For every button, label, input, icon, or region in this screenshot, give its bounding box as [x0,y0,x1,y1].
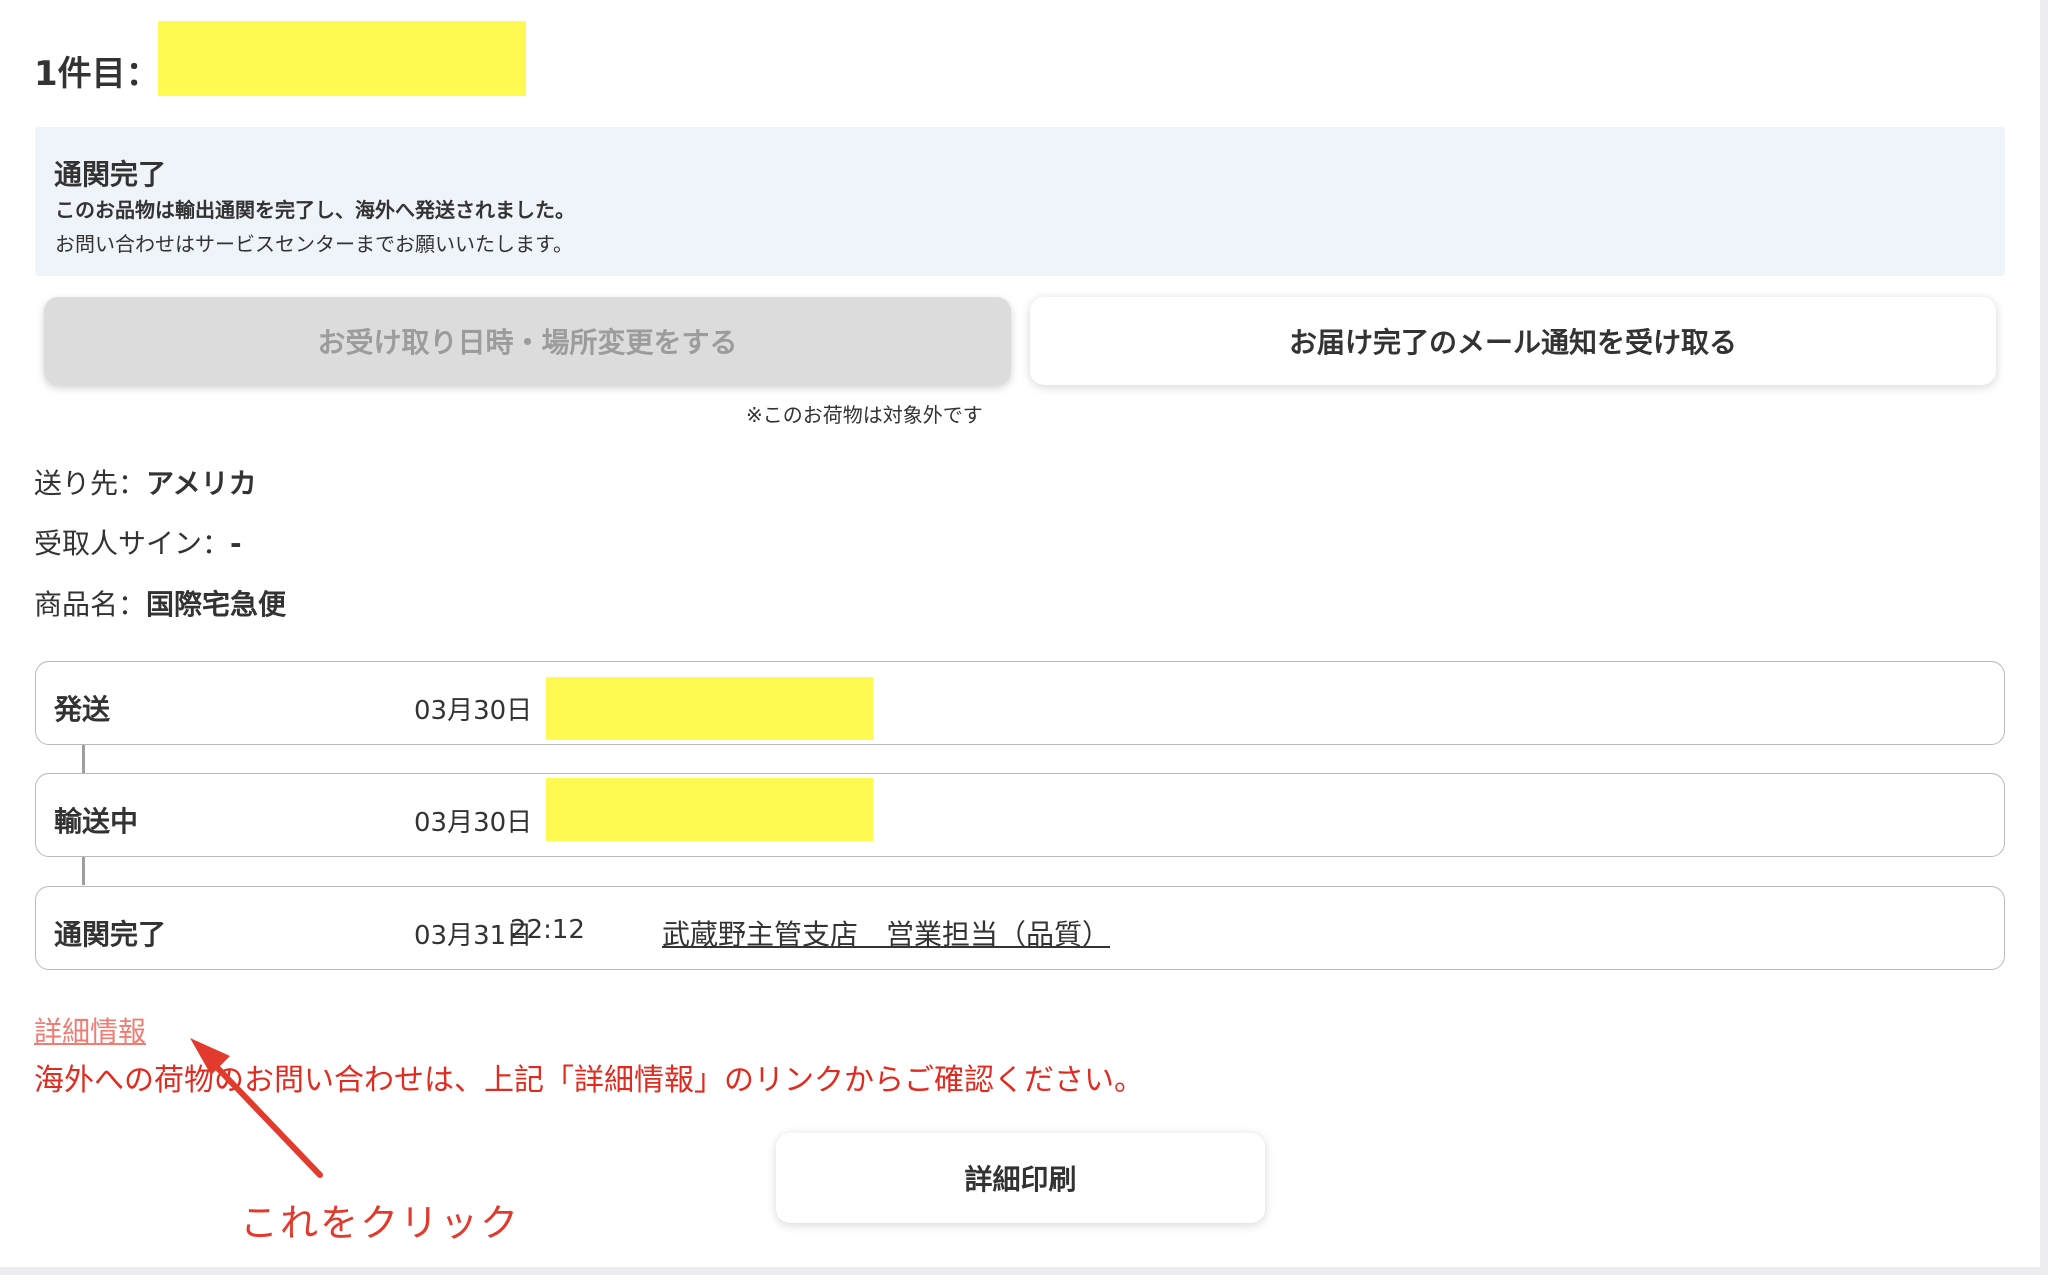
tracking-status: 輸送中 [54,805,139,838]
print-details-button[interactable]: 詳細印刷 [776,1133,1265,1223]
redacted-time-place [546,778,873,841]
tracking-row: 発送 03月30日 [35,661,2005,745]
tracking-row: 通関完了 03月31日 22:12 武蔵野主管支店 営業担当（品質） [35,886,2005,970]
change-delivery-button: お受け取り日時・場所変更をする [44,297,1011,385]
mail-notify-button[interactable]: お届け完了のメール通知を受け取る [1030,297,1996,385]
destination-value: アメリカ [146,467,257,500]
product-value: 国際宅急便 [146,588,287,621]
tracking-date: 03月30日 [414,696,533,726]
destination-label: 送り先： [34,467,147,500]
item-heading: 1件目： [34,54,160,94]
redacted-tracking-number [158,21,526,96]
redacted-time-place [546,677,873,740]
notice-message: このお品物は輸出通関を完了し、海外へ発送されました。 [55,198,575,222]
not-applicable-note: ※このお荷物は対象外です [746,403,983,427]
tracking-status: 発送 [54,693,111,726]
timeline-connector [82,745,85,773]
bottom-edge [0,1267,2048,1275]
product-name: 商品名：国際宅急便 [34,583,286,623]
status-notice: 通関完了 このお品物は輸出通関を完了し、海外へ発送されました。 お問い合わせはサ… [35,127,2005,276]
signature-label: 受取人サイン： [34,527,231,560]
detail-info-link[interactable]: 詳細情報 [34,1010,146,1050]
notice-contact: お問い合わせはサービスセンターまでお願いいたします。 [55,232,573,256]
overseas-inquiry-note: 海外への荷物のお問い合わせは、上記「詳細情報」のリンクからご確認ください。 [34,1063,1144,1098]
timeline-connector [82,857,85,885]
product-label: 商品名： [34,588,147,621]
notice-title: 通関完了 [54,158,167,191]
tracking-row: 輸送中 03月30日 [35,773,2005,857]
tracking-place-link[interactable]: 武蔵野主管支店 営業担当（品質） [662,913,1110,953]
tracking-date: 03月30日 [414,808,533,838]
destination: 送り先：アメリカ [34,462,257,502]
tracking-status: 通関完了 [54,918,167,951]
right-edge [2040,0,2048,1275]
recipient-signature: 受取人サイン：- [34,522,242,562]
annotation-text: これをクリック [240,1201,521,1245]
tracking-time: 22:12 [510,915,585,945]
signature-value: - [230,527,242,560]
